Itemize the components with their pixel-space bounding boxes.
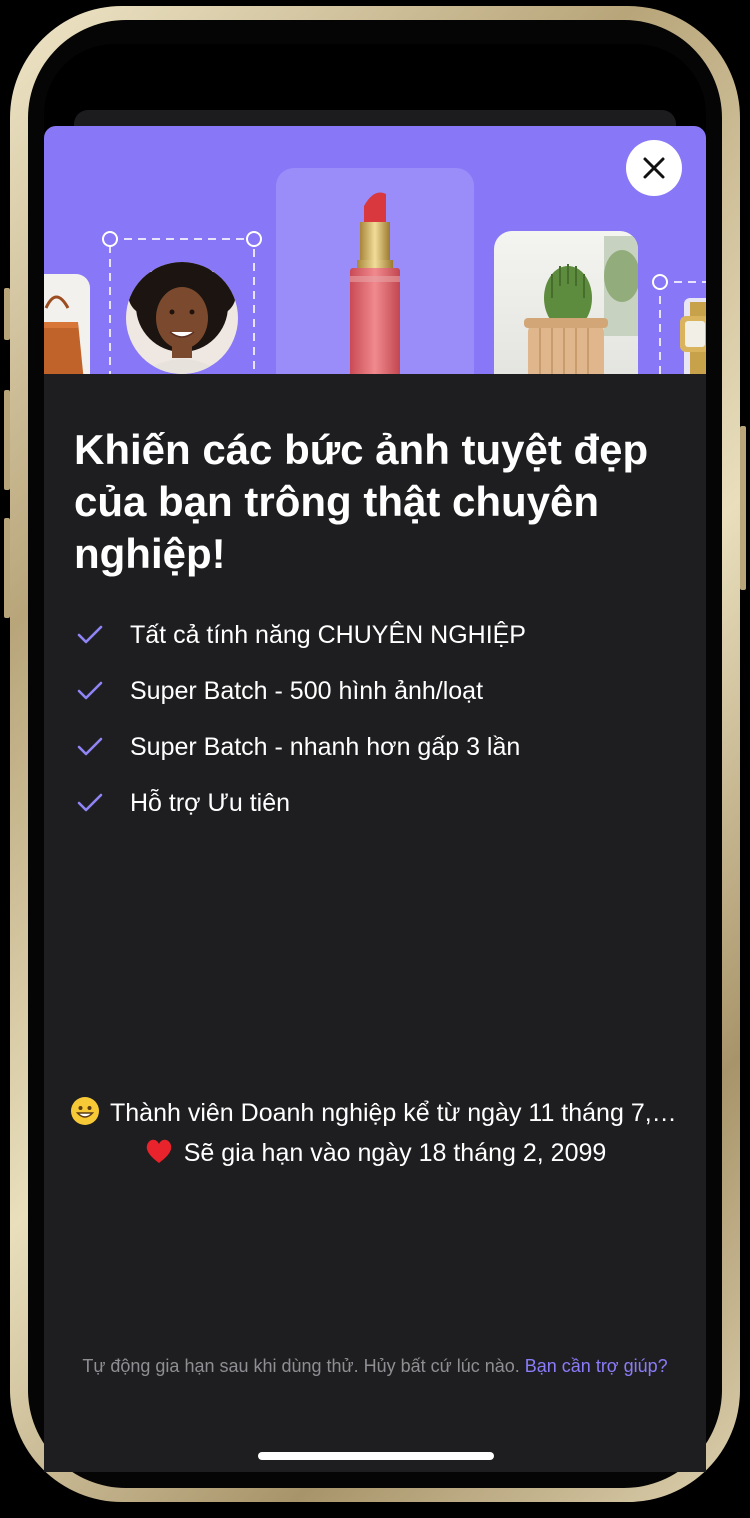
volume-down-button	[4, 518, 10, 618]
feature-label: Super Batch - nhanh hơn gấp 3 lần	[130, 733, 521, 761]
renewal-status: Sẽ gia hạn vào ngày 18 tháng 2, 2099	[44, 1136, 706, 1170]
checkmark-icon	[77, 625, 103, 644]
lipstick-photo	[276, 168, 474, 374]
close-icon	[643, 157, 665, 179]
feature-list: Tất cả tính năng CHUYÊN NGHIỆP Super Bat…	[74, 620, 684, 844]
cactus-photo	[494, 231, 638, 374]
watch-photo	[652, 274, 706, 374]
feature-item: Super Batch - nhanh hơn gấp 3 lần	[74, 732, 684, 788]
grinning-face-icon	[71, 1097, 99, 1126]
handbag-photo	[44, 274, 90, 374]
close-button[interactable]	[626, 140, 682, 196]
checkmark-icon	[77, 737, 103, 756]
volume-up-button	[4, 390, 10, 490]
feature-label: Tất cả tính năng CHUYÊN NGHIỆP	[130, 621, 526, 649]
headline: Khiến các bức ảnh tuyệt đẹp của bạn trôn…	[74, 426, 649, 577]
footer-text: Tự động gia hạn sau khi dùng thử. Hủy bấ…	[82, 1356, 520, 1376]
help-link[interactable]: Bạn cần trợ giúp?	[525, 1356, 668, 1376]
home-indicator[interactable]	[258, 1452, 494, 1460]
feature-item: Hỗ trợ Ưu tiên	[74, 788, 684, 844]
hero-illustration	[44, 168, 706, 374]
renewal-text: Sẽ gia hạn vào ngày 18 tháng 2, 2099	[183, 1139, 607, 1167]
checkmark-icon	[77, 793, 103, 812]
membership-text: Thành viên Doanh nghiệp kể từ ngày 11 th…	[110, 1099, 680, 1127]
footer-note: Tự động gia hạn sau khi dùng thử. Hủy bấ…	[74, 1354, 676, 1378]
feature-item: Super Batch - 500 hình ảnh/loạt	[74, 676, 684, 732]
feature-label: Super Batch - 500 hình ảnh/loạt	[130, 677, 484, 705]
membership-status: Thành viên Doanh nghiệp kể từ ngày 11 th…	[70, 1096, 680, 1130]
hero-banner	[44, 126, 706, 374]
mute-switch	[4, 288, 10, 340]
upgrade-sheet: Khiến các bức ảnh tuyệt đẹp của bạn trôn…	[44, 126, 706, 1472]
power-button	[740, 426, 746, 590]
red-heart-icon	[146, 1140, 171, 1164]
checkmark-icon	[77, 681, 103, 700]
feature-item: Tất cả tính năng CHUYÊN NGHIỆP	[74, 620, 684, 676]
woman-portrait	[126, 262, 238, 374]
feature-label: Hỗ trợ Ưu tiên	[130, 789, 291, 817]
